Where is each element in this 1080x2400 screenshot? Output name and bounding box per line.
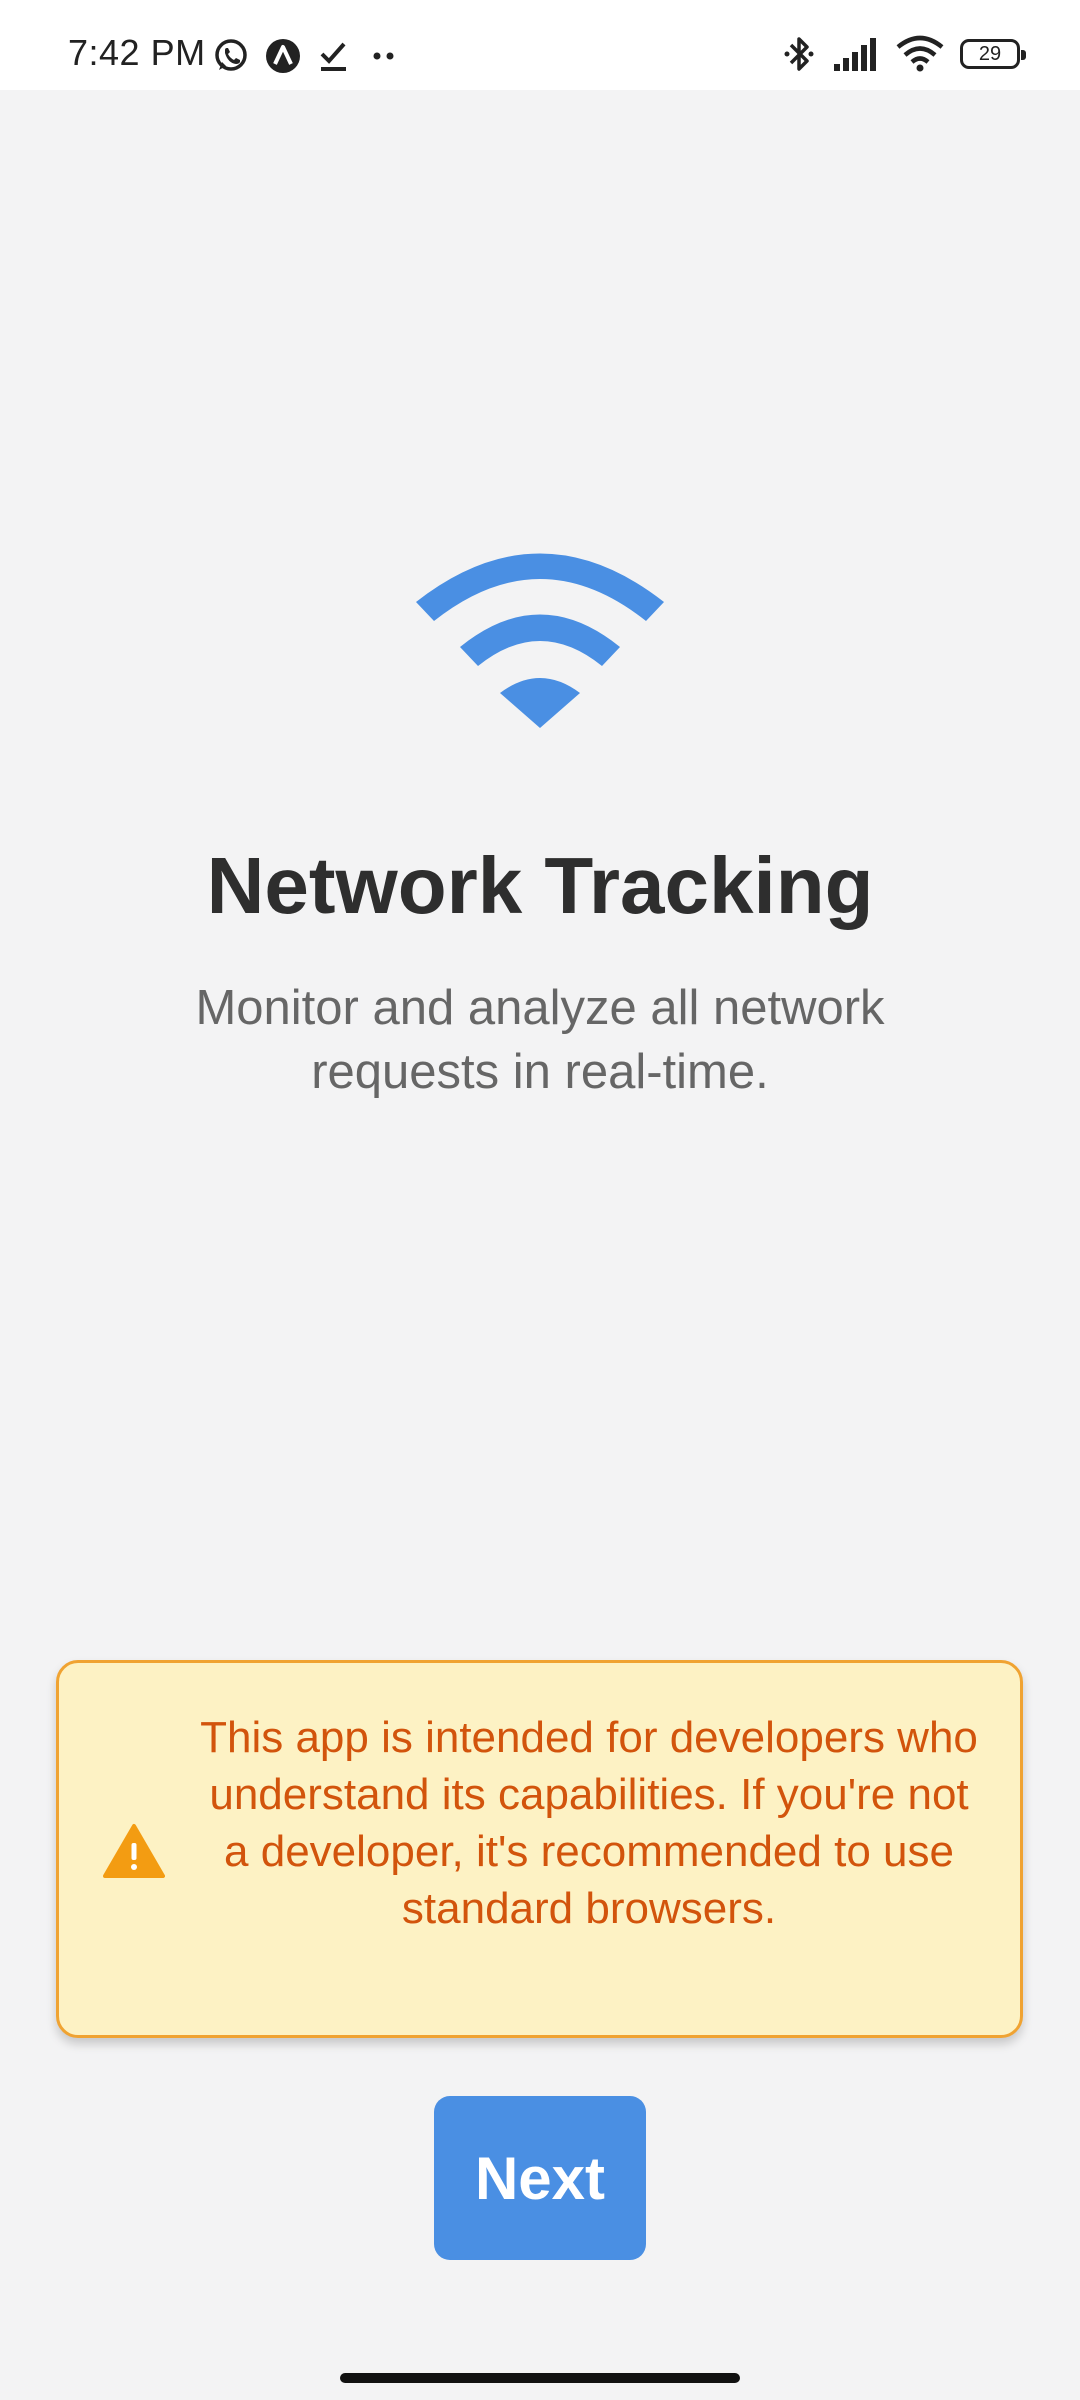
wifi-status-icon	[896, 35, 944, 73]
battery-level: 29	[960, 39, 1026, 69]
whatsapp-icon	[212, 37, 250, 75]
status-notification-icons	[212, 36, 416, 76]
bluetooth-icon	[782, 34, 816, 74]
app-a-icon	[264, 37, 302, 75]
signal-icon	[832, 36, 880, 72]
developer-warning-card: This app is intended for developers who …	[56, 1660, 1023, 2038]
status-time: 7:42 PM	[68, 32, 206, 73]
battery-icon: 29	[960, 39, 1026, 69]
page-title: Network Tracking	[206, 841, 874, 930]
next-button[interactable]: Next	[434, 2096, 646, 2260]
page-subtitle: Monitor and analyze all network requests…	[195, 981, 885, 1099]
warning-icon	[103, 1824, 165, 1878]
home-indicator[interactable]	[340, 2373, 740, 2383]
wifi-icon	[416, 553, 664, 728]
status-bar: 7:42 PM 29	[0, 0, 1080, 90]
checkmark-icon	[316, 38, 352, 74]
status-system-icons: 29	[766, 34, 1026, 74]
warning-message: This app is intended for developers who …	[200, 1713, 978, 1933]
more-dots-icon	[366, 38, 402, 74]
